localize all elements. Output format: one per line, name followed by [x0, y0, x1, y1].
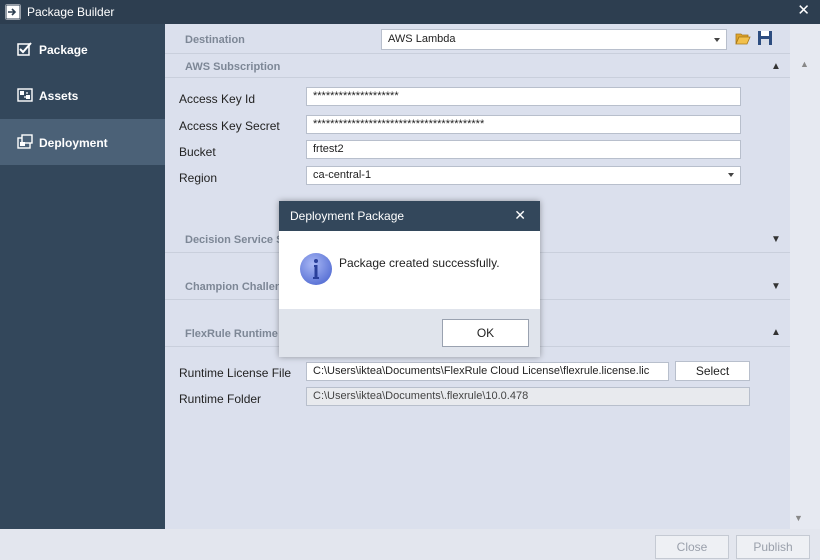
dialog-title-bar: Deployment Package ✕ — [279, 201, 540, 231]
dialog-message: Package created successfully. — [339, 256, 500, 270]
dialog-title: Deployment Package — [290, 209, 405, 223]
window-title: Package Builder — [27, 5, 115, 19]
sidebar-item-label: Deployment — [39, 136, 108, 150]
divider — [165, 53, 790, 54]
deployment-icon — [17, 134, 33, 150]
folder-open-icon[interactable] — [735, 30, 751, 46]
vertical-scrollbar[interactable]: ▲ ▼ — [790, 24, 820, 529]
aws-subscription-header: AWS Subscription — [185, 61, 281, 73]
region-select[interactable]: ca-central-1 — [306, 166, 741, 185]
access-key-secret-value: **************************************** — [313, 118, 485, 130]
scroll-down-icon[interactable]: ▼ — [794, 513, 803, 523]
bucket-label: Bucket — [179, 145, 216, 159]
access-key-id-label: Access Key Id — [179, 92, 256, 106]
runtime-license-file-value: C:\Users\iktea\Documents\FlexRule Cloud … — [313, 365, 650, 377]
runtime-folder-label: Runtime Folder — [179, 392, 262, 406]
close-button[interactable]: Close — [655, 535, 729, 559]
title-bar: Package Builder ✕ — [0, 0, 820, 24]
sidebar-item-package[interactable]: Package — [0, 26, 165, 72]
dialog-button-bar: OK — [279, 309, 540, 357]
save-icon[interactable] — [757, 30, 773, 46]
access-key-secret-input[interactable]: **************************************** — [306, 115, 741, 134]
chevron-down-icon — [714, 38, 720, 42]
checkbox-icon — [17, 41, 33, 57]
footer-bar: Close Publish — [0, 529, 820, 560]
publish-button[interactable]: Publish — [736, 535, 810, 559]
destination-label: Destination — [185, 34, 245, 46]
decision-service-header: Decision Service Se — [185, 234, 290, 246]
deployment-package-dialog: Deployment Package ✕ Package created suc… — [279, 201, 540, 357]
scroll-up-icon[interactable]: ▲ — [800, 59, 809, 69]
access-key-id-value: ******************** — [313, 90, 399, 102]
champion-challenger-header: Champion Challen — [185, 281, 282, 293]
package-builder-icon — [5, 4, 21, 20]
champion-challenger-chevron-down-icon[interactable]: ▼ — [771, 281, 781, 292]
flexrule-runtime-header: FlexRule Runtime — [185, 328, 278, 340]
sidebar-item-label: Assets — [39, 89, 79, 103]
sidebar-item-deployment[interactable]: Deployment — [0, 119, 165, 165]
dialog-close-icon[interactable]: ✕ — [514, 207, 526, 224]
access-key-id-input[interactable]: ******************** — [306, 87, 741, 106]
runtime-license-file-label: Runtime License File — [179, 366, 292, 380]
aws-subscription-chevron-up-icon[interactable]: ▲ — [771, 61, 781, 72]
access-key-secret-label: Access Key Secret — [179, 119, 280, 133]
runtime-folder-value: C:\Users\iktea\Documents\.flexrule\10.0.… — [313, 390, 529, 402]
destination-value: AWS Lambda — [388, 33, 456, 45]
sidebar: Package Assets Deployment — [0, 24, 165, 529]
ok-button[interactable]: OK — [442, 319, 529, 347]
runtime-folder-input[interactable]: C:\Users\iktea\Documents\.flexrule\10.0.… — [306, 387, 750, 406]
window-close-icon[interactable]: ✕ — [797, 3, 810, 19]
destination-select[interactable]: AWS Lambda — [381, 29, 727, 50]
divider — [165, 77, 790, 78]
decision-service-chevron-down-icon[interactable]: ▼ — [771, 234, 781, 245]
bucket-input[interactable]: frtest2 — [306, 140, 741, 159]
info-icon — [299, 252, 333, 286]
bucket-value: frtest2 — [313, 143, 344, 155]
chevron-down-icon — [728, 173, 734, 177]
sidebar-item-label: Package — [39, 43, 88, 57]
select-license-button[interactable]: Select — [675, 361, 750, 381]
runtime-license-file-input[interactable]: C:\Users\iktea\Documents\FlexRule Cloud … — [306, 362, 669, 381]
region-label: Region — [179, 171, 218, 185]
sidebar-item-assets[interactable]: Assets — [0, 72, 165, 118]
flexrule-runtime-chevron-up-icon[interactable]: ▲ — [771, 327, 781, 338]
assets-icon — [17, 87, 33, 103]
region-value: ca-central-1 — [313, 169, 372, 181]
